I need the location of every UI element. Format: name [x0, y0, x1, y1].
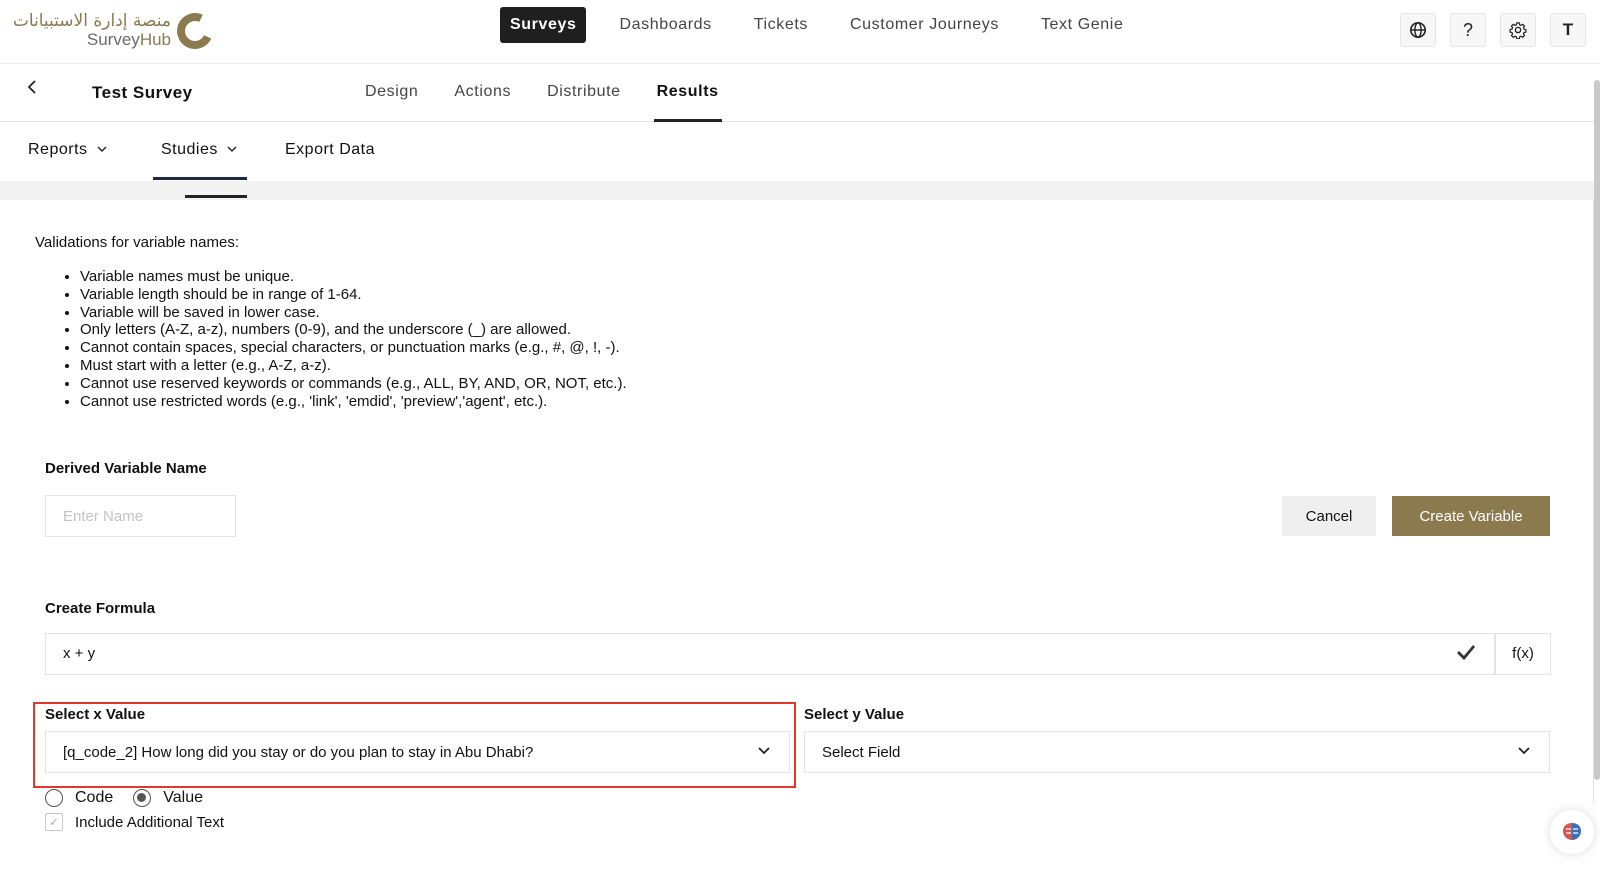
brain-icon — [1563, 823, 1581, 840]
formula-input[interactable]: x + y — [45, 633, 1495, 675]
surveyhub-logo[interactable]: منصة إدارة الاستبيانات SurveyHub — [13, 7, 219, 55]
formula-label: Create Formula — [45, 600, 156, 617]
include-additional-text: ✓ Include Additional Text — [45, 813, 224, 831]
create-variable-button[interactable]: Create Variable — [1392, 496, 1550, 536]
y-value-selected: Select Field — [822, 744, 901, 761]
globe-icon[interactable] — [1400, 13, 1436, 47]
main-nav: Surveys Dashboards Tickets Customer Jour… — [500, 7, 1144, 43]
chevron-down-icon — [757, 744, 771, 758]
back-arrow-icon[interactable] — [26, 78, 40, 102]
nav-dashboards[interactable]: Dashboards — [598, 7, 732, 43]
nav-customer-journeys[interactable]: Customer Journeys — [829, 7, 1020, 43]
logo-ring-icon — [171, 7, 219, 55]
validations-list: Variable names must be unique. Variable … — [80, 268, 627, 410]
nav-surveys[interactable]: Surveys — [500, 7, 587, 43]
subtab-reports-label: Reports — [28, 141, 88, 158]
chevron-down-icon — [97, 143, 107, 155]
cancel-button[interactable]: Cancel — [1282, 496, 1376, 536]
logo-hub-text: Hub — [139, 30, 171, 49]
top-navbar: منصة إدارة الاستبيانات SurveyHub Surveys… — [0, 0, 1600, 64]
validate-check-icon[interactable] — [1455, 641, 1481, 667]
include-text-label: Include Additional Text — [75, 813, 224, 831]
chevron-down-icon — [227, 143, 237, 155]
ai-assistant-button[interactable] — [1550, 810, 1594, 854]
list-item: Variable will be saved in lower case. — [80, 304, 627, 322]
include-text-checkbox[interactable]: ✓ — [45, 813, 63, 831]
radio-code-label: Code — [75, 789, 114, 806]
chevron-down-icon — [1517, 744, 1531, 758]
tab-distribute[interactable]: Distribute — [547, 64, 621, 122]
results-subtabs: Reports Studies Export Data — [0, 122, 1600, 181]
list-item: Variable names must be unique. — [80, 268, 627, 286]
radio-value-label: Value — [163, 789, 203, 806]
tab-design[interactable]: Design — [365, 64, 418, 122]
page-scrollbar[interactable] — [1594, 80, 1600, 780]
tab-results[interactable]: Results — [653, 64, 722, 122]
x-value-select[interactable]: [q_code_2] How long did you stay or do y… — [45, 731, 790, 773]
list-item: Only letters (A-Z, a-z), numbers (0-9), … — [80, 321, 627, 339]
subtab-export-data[interactable]: Export Data — [285, 141, 375, 159]
nav-tickets[interactable]: Tickets — [733, 7, 829, 43]
x-value-label: Select x Value — [45, 706, 146, 723]
x-display-mode: Code Value — [45, 789, 203, 807]
subtab-active-indicator — [153, 177, 247, 180]
list-item: Cannot contain spaces, special character… — [80, 339, 627, 357]
validations-title: Validations for variable names: — [35, 234, 239, 251]
tab-actions[interactable]: Actions — [454, 64, 511, 122]
help-icon[interactable]: ? — [1450, 13, 1486, 47]
top-icons: ? T — [1396, 13, 1586, 47]
list-item: Cannot use restricted words (e.g., 'link… — [80, 393, 627, 411]
variable-name-input[interactable] — [45, 495, 236, 537]
function-button[interactable]: f(x) — [1495, 633, 1551, 675]
survey-tabs: Design Actions Distribute Results — [365, 64, 758, 122]
survey-header: Test Survey Design Actions Distribute Re… — [0, 64, 1600, 122]
user-avatar[interactable]: T — [1550, 13, 1586, 47]
y-value-label: Select y Value — [804, 706, 905, 723]
logo-survey-text: Survey — [86, 30, 140, 49]
subtab-studies-label: Studies — [161, 141, 218, 158]
nav-text-genie[interactable]: Text Genie — [1020, 7, 1144, 43]
x-value-selected: [q_code_2] How long did you stay or do y… — [63, 744, 534, 761]
variable-name-label: Derived Variable Name — [45, 460, 207, 477]
y-value-select[interactable]: Select Field — [804, 731, 1550, 773]
subtab-reports[interactable]: Reports — [28, 141, 107, 159]
nested-tab-indicator — [185, 195, 247, 198]
logo-english-text: SurveyHub — [87, 30, 171, 50]
list-item: Cannot use reserved keywords or commands… — [80, 375, 627, 393]
list-item: Must start with a letter (e.g., A-Z, a-z… — [80, 357, 627, 375]
derived-variable-panel: Validations for variable names: Variable… — [0, 200, 1594, 831]
survey-title: Test Survey — [92, 83, 193, 102]
logo-arabic-text: منصة إدارة الاستبيانات — [12, 11, 171, 31]
gear-icon[interactable] — [1500, 13, 1536, 47]
radio-code[interactable] — [45, 789, 63, 807]
list-item: Variable length should be in range of 1-… — [80, 286, 627, 304]
radio-value[interactable] — [133, 789, 152, 807]
subtab-studies[interactable]: Studies — [161, 141, 237, 159]
